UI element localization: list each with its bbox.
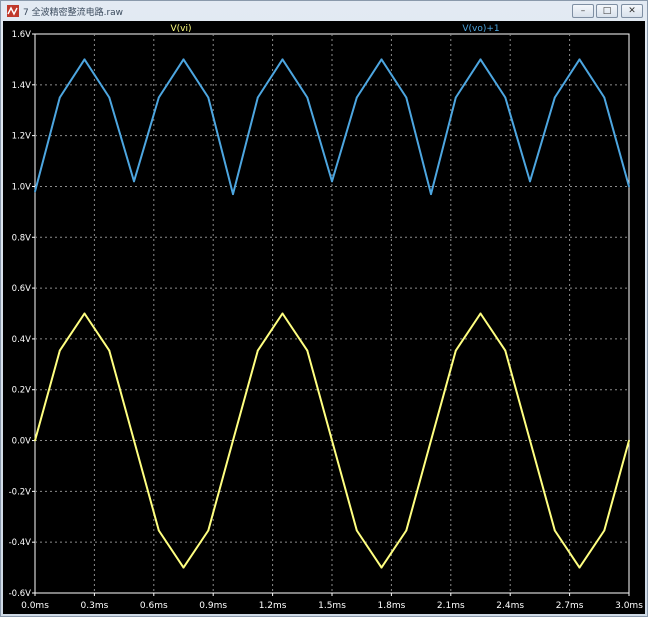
series-1-point <box>306 96 309 99</box>
series-0-point <box>479 312 482 315</box>
series-1-point <box>380 58 383 61</box>
series-1-point <box>232 193 234 195</box>
series-1-point <box>603 96 606 99</box>
series-0-point <box>83 312 86 315</box>
x-tick-label: 2.1ms <box>437 601 465 611</box>
series-1-point <box>529 180 531 183</box>
x-tick-label: 0.0ms <box>21 601 49 611</box>
series-1-point <box>355 96 358 99</box>
y-tick-label: 0.6V <box>12 284 32 294</box>
series-0-point <box>58 349 61 352</box>
series-0-point <box>331 439 333 442</box>
y-tick-label: 0.0V <box>12 437 32 447</box>
series-1-point <box>34 190 36 193</box>
series-1-point <box>281 58 284 61</box>
waveform-viewer-window: 7 全波精密整流电路.raw – □ ✕ 0.0ms 0.3ms 0.6ms 0.9m… <box>0 0 648 617</box>
x-tick-label: 0.9ms <box>199 601 227 611</box>
y-tick-label: -0.6V <box>9 589 32 599</box>
y-tick-label: -0.2V <box>9 487 32 497</box>
series-1-point <box>504 96 507 99</box>
series-1-point <box>58 96 61 99</box>
x-tick-label: 2.7ms <box>556 601 584 611</box>
series-1-point <box>182 58 185 61</box>
series-0-point <box>454 349 457 352</box>
series-0-point <box>355 529 358 532</box>
series-1-point <box>331 180 333 183</box>
series-1-point <box>83 58 86 61</box>
series-1-point <box>207 96 210 99</box>
series-0-point <box>207 529 210 532</box>
y-tick-label: -0.4V <box>9 538 32 548</box>
series-0-point <box>380 566 383 569</box>
y-tick-label: 0.2V <box>12 386 32 396</box>
x-tick-label: 1.5ms <box>318 601 346 611</box>
series-1-point <box>628 185 630 188</box>
y-tick-label: 0.8V <box>12 233 32 243</box>
legend-label-0: V(vi) <box>170 24 191 34</box>
x-tick-label: 1.8ms <box>378 601 406 611</box>
x-tick-label: 2.4ms <box>496 601 524 611</box>
series-0-point <box>306 349 309 352</box>
series-0-point <box>281 312 284 315</box>
maximize-button[interactable]: □ <box>596 4 618 18</box>
y-tick-label: 1.0V <box>12 182 32 192</box>
series-0-point <box>603 529 606 532</box>
title-bar[interactable]: 7 全波精密整流电路.raw – □ ✕ <box>1 1 647 21</box>
series-0-point <box>133 439 135 442</box>
plot-pane[interactable]: 0.0ms 0.3ms 0.6ms 0.9ms 1.2ms 1.5ms 1.8ms 2.1ms… <box>3 21 645 614</box>
x-tick-label: 0.6ms <box>140 601 168 611</box>
y-tick-label: 1.6V <box>12 30 32 40</box>
window-title: 7 全波精密整流电路.raw <box>23 8 124 18</box>
series-1-point <box>256 96 259 99</box>
series-0-point <box>108 349 111 352</box>
series-1-point <box>578 58 581 61</box>
series-0-point <box>182 566 185 569</box>
series-1-point <box>454 96 457 99</box>
minimize-button[interactable]: – <box>572 4 594 18</box>
series-1-point <box>405 96 408 99</box>
series-0-point <box>256 349 259 352</box>
series-0-point <box>34 439 36 442</box>
series-0-point <box>430 439 432 442</box>
series-0-point <box>553 529 556 532</box>
series-1-point <box>479 58 482 61</box>
series-1-point <box>553 96 556 99</box>
series-0-point <box>405 529 408 532</box>
x-tick-label: 1.2ms <box>259 601 287 611</box>
series-0-point <box>578 566 581 569</box>
y-tick-label: 1.2V <box>12 132 32 142</box>
x-tick-label: 0.3ms <box>81 601 109 611</box>
series-1-point <box>157 96 160 99</box>
close-button[interactable]: ✕ <box>621 4 643 18</box>
legend-label-1: V(vo)+1 <box>462 24 499 34</box>
series-1-point <box>133 180 135 183</box>
waveform-app-icon <box>7 5 19 17</box>
x-tick-label: 3.0ms <box>615 601 643 611</box>
series-0-point <box>504 349 507 352</box>
series-1-point <box>108 96 111 99</box>
y-tick-label: 1.4V <box>12 81 32 91</box>
y-tick-label: 0.4V <box>12 335 32 345</box>
waveform-plot[interactable]: 0.0ms 0.3ms 0.6ms 0.9ms 1.2ms 1.5ms 1.8ms 2.1ms… <box>3 21 645 614</box>
series-0-point <box>232 439 234 442</box>
series-0-point <box>529 439 531 442</box>
series-1-point <box>430 193 432 195</box>
series-0-point <box>157 529 160 532</box>
series-0-point <box>628 439 630 442</box>
